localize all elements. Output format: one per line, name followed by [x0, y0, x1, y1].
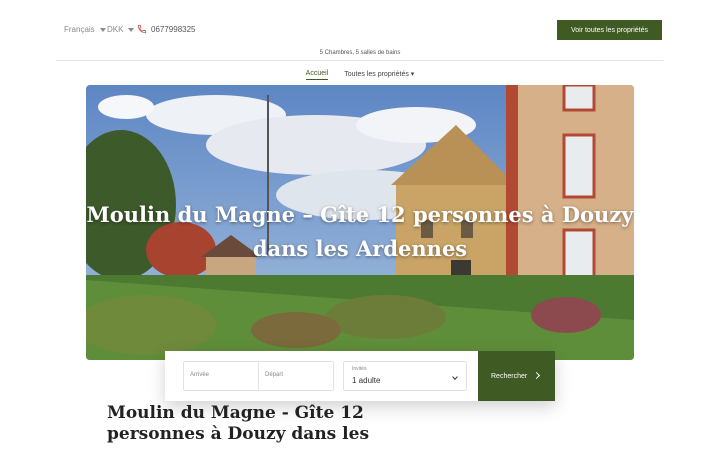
search-button-label: Rechercher — [491, 372, 528, 380]
caret-down-icon — [99, 27, 106, 32]
currency-label: DKK — [107, 25, 124, 34]
caret-down-icon — [128, 27, 135, 32]
main-nav: Accueil Toutes les propriétés ▾ — [0, 70, 720, 80]
booking-form: Arrivée Départ Invités 1 adulte Recherch… — [165, 351, 555, 401]
divider — [56, 60, 663, 61]
language-label: Français — [64, 25, 95, 34]
departure-date-field[interactable]: Départ — [258, 361, 334, 391]
page-title: Moulin du Magne - Gîte 12 personnes à Do… — [107, 403, 370, 444]
guests-label: Invités — [352, 366, 367, 372]
view-all-properties-button[interactable]: Voir toutes les propriétés — [557, 20, 662, 40]
hero-title: Moulin du Magne – Gîte 12 personnes à Do… — [86, 202, 634, 261]
search-button[interactable]: Rechercher — [478, 351, 555, 401]
phone-number: 0677998325 — [151, 24, 196, 34]
nav-item-all-properties[interactable]: Toutes les propriétés ▾ — [344, 70, 414, 80]
language-selector[interactable]: Français — [64, 25, 106, 34]
arrival-date-field[interactable]: Arrivée — [183, 361, 259, 391]
property-summary: 5 Chambres, 5 salles de bains — [319, 50, 401, 56]
guests-select[interactable]: Invités 1 adulte — [343, 361, 467, 391]
phone-link[interactable]: 0677998325 — [137, 24, 196, 34]
top-bar: Français DKK 0677998325 Voir toutes les … — [0, 0, 720, 50]
nav-item-home[interactable]: Accueil — [305, 70, 329, 80]
chevron-right-icon — [532, 371, 541, 380]
hero-banner: Moulin du Magne – Gîte 12 personnes à Do… — [86, 85, 634, 360]
phone-icon — [137, 24, 147, 34]
currency-selector[interactable]: DKK — [107, 25, 135, 34]
guests-value: 1 adulte — [352, 376, 381, 385]
